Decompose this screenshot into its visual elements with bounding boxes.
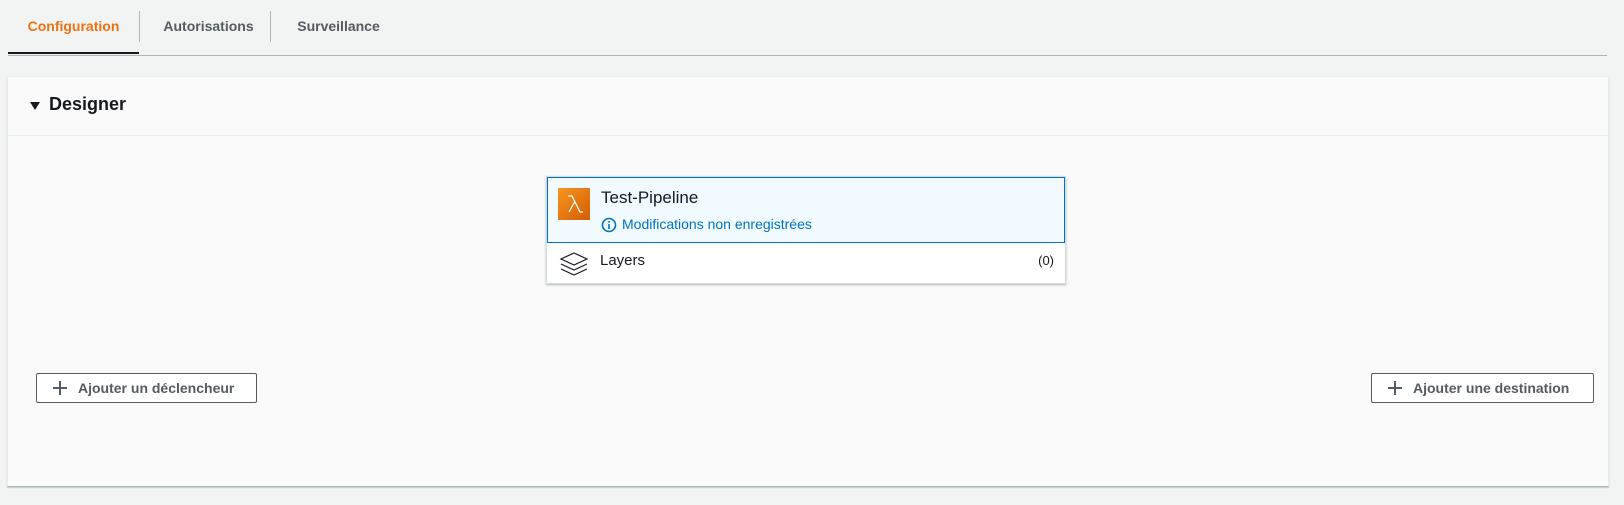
layers-row[interactable]: Layers (0)	[547, 243, 1065, 283]
designer-title: Designer	[49, 94, 127, 114]
tab-autorisations[interactable]: Autorisations	[140, 0, 277, 54]
function-card[interactable]: Test-Pipeline Modifications non enregist…	[546, 176, 1066, 284]
tab-configuration[interactable]: Configuration	[8, 0, 139, 54]
lambda-icon	[558, 188, 590, 220]
unsaved-changes-status: Modifications non enregistrées	[622, 216, 812, 232]
add-destination-button[interactable]: Ajouter une destination	[1371, 373, 1594, 403]
tab-bar: Configuration Autorisations Surveillance	[8, 0, 1607, 56]
layers-count: (0)	[1038, 253, 1054, 268]
designer-header[interactable]: Designer	[8, 77, 1608, 136]
info-icon	[601, 217, 617, 233]
tab-surveillance[interactable]: Surveillance	[271, 0, 406, 54]
layers-label: Layers	[600, 252, 646, 269]
plus-icon	[53, 381, 67, 395]
add-trigger-button[interactable]: Ajouter un déclencheur	[36, 373, 257, 403]
add-destination-label: Ajouter une destination	[1413, 380, 1570, 396]
layers-icon	[559, 252, 589, 276]
plus-icon	[1388, 381, 1402, 395]
add-trigger-label: Ajouter un déclencheur	[78, 380, 235, 396]
function-header[interactable]: Test-Pipeline Modifications non enregist…	[547, 177, 1065, 243]
caret-down-icon[interactable]	[30, 102, 40, 110]
function-name: Test-Pipeline	[601, 188, 699, 207]
